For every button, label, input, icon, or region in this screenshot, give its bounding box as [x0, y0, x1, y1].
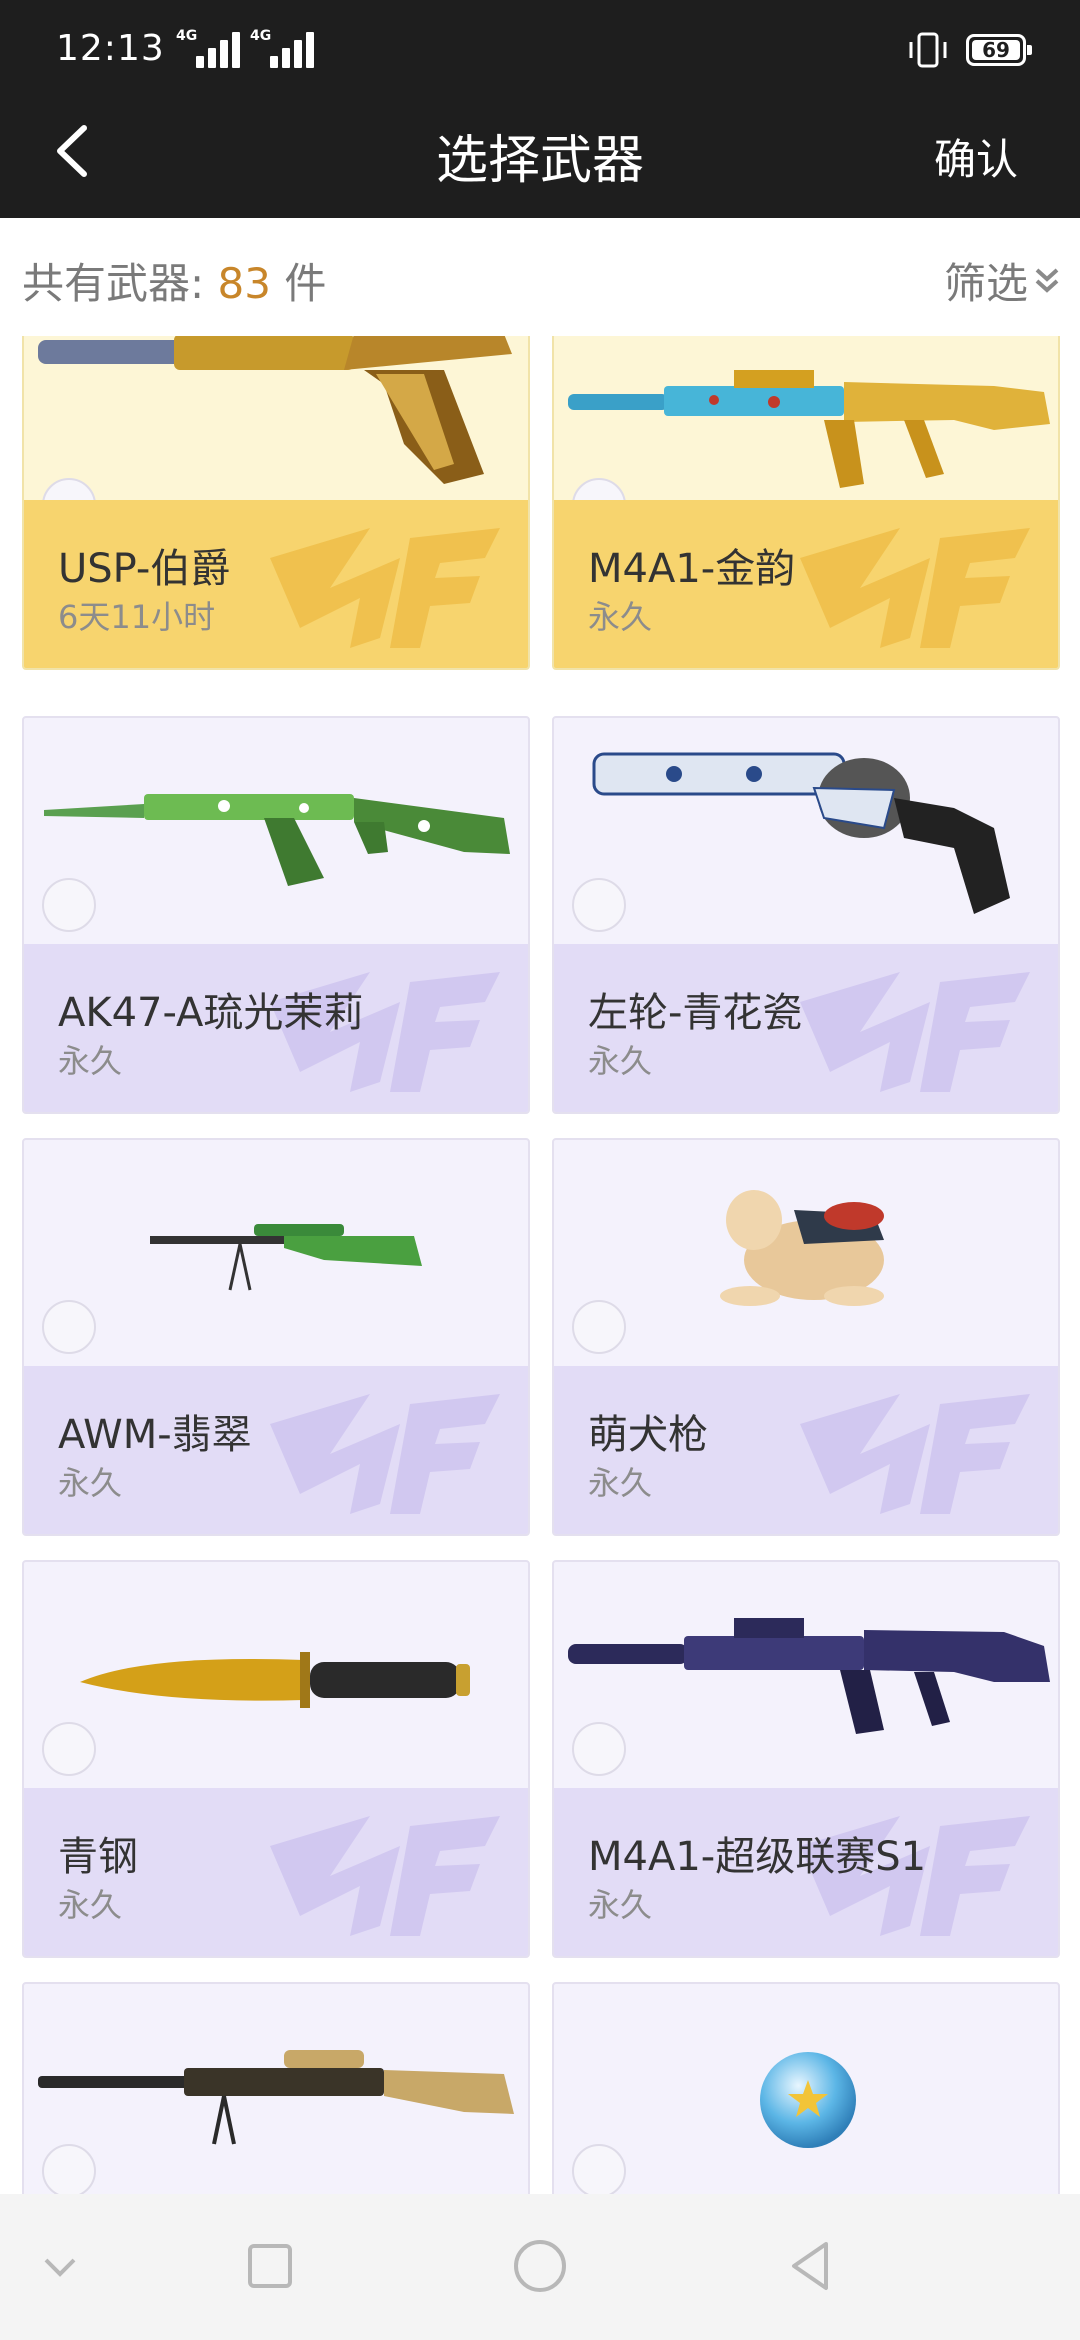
weapon-name: 青钢 [58, 1834, 138, 1880]
count-prefix: 共有武器: [22, 259, 205, 308]
weapon-duration: 永久 [58, 1042, 123, 1080]
network-type-label-2: 4G [250, 28, 272, 44]
rifle-image [568, 1618, 1050, 1734]
weapon-card[interactable]: M4A1-超级联赛S1 永久 [552, 1560, 1060, 1958]
knife-image [80, 1652, 470, 1708]
weapon-name: USP-伯爵 [58, 546, 231, 592]
cf-logo-icon [800, 972, 1030, 1092]
cf-logo-icon [270, 1816, 500, 1936]
weapon-card[interactable]: AWM-翡翠 永久 [22, 1138, 530, 1536]
weapon-duration: 永久 [588, 1042, 653, 1080]
battery-icon: 69 [966, 34, 1032, 66]
sniper-rifle-image [150, 1224, 422, 1291]
status-bar: 12:13 4G 4G 69 [0, 0, 1080, 84]
weapon-duration: 永久 [588, 598, 653, 636]
rifle-image [44, 794, 510, 886]
status-time: 12:13 [56, 28, 165, 69]
weapon-name: M4A1-金韵 [588, 546, 796, 592]
weapon-name: 左轮-青花瓷 [588, 990, 803, 1036]
filter-button[interactable]: 筛选 [944, 250, 1060, 311]
weapon-name: AWM-翡翠 [58, 1412, 252, 1458]
weapon-duration: 永久 [58, 1464, 123, 1502]
weapon-card[interactable] [22, 1982, 530, 2194]
weapon-name: AK47-A琉光茉莉 [58, 990, 364, 1036]
sniper-rifle-image [38, 2050, 514, 2145]
weapon-duration: 6天11小时 [58, 598, 216, 636]
chevron-down-icon[interactable] [24, 2230, 96, 2302]
cf-logo-icon [800, 528, 1030, 648]
select-radio[interactable] [572, 1300, 626, 1354]
weapon-card[interactable]: AK47-A琉光茉莉 永久 [22, 716, 530, 1114]
weapon-duration: 永久 [58, 1886, 123, 1924]
home-button[interactable] [504, 2230, 576, 2302]
filter-label: 筛选 [943, 259, 1028, 308]
weapon-card[interactable]: 左轮-青花瓷 永久 [552, 716, 1060, 1114]
select-radio[interactable] [42, 2144, 96, 2194]
weapon-card[interactable]: 青钢 永久 [22, 1560, 530, 1958]
select-radio[interactable] [572, 2144, 626, 2194]
confirm-button[interactable]: 确认 [934, 126, 1018, 187]
cf-logo-icon [270, 528, 500, 648]
medal-ball-image [760, 2052, 856, 2148]
rifle-image [568, 370, 1050, 488]
weapon-name: 萌犬枪 [588, 1412, 708, 1458]
double-chevron-down-icon [1035, 268, 1059, 293]
select-radio[interactable] [42, 878, 96, 932]
weapon-card[interactable] [552, 1982, 1060, 2194]
weapon-duration: 永久 [588, 1886, 653, 1924]
recent-apps-button[interactable] [234, 2230, 306, 2302]
back-nav-button[interactable] [774, 2230, 846, 2302]
dog-image [720, 1190, 884, 1306]
network-type-label: 4G [176, 28, 198, 44]
cf-logo-icon [270, 1394, 500, 1514]
weapon-count: 83 [217, 259, 271, 308]
weapon-card[interactable]: M4A1-金韵 永久 [552, 336, 1060, 670]
system-navigation-bar [0, 2194, 1080, 2340]
weapon-duration: 永久 [588, 1464, 653, 1502]
cf-logo-icon [800, 1394, 1030, 1514]
count-suffix: 件 [284, 259, 327, 308]
select-radio[interactable] [572, 1722, 626, 1776]
page-title: 选择武器 [435, 131, 644, 191]
select-radio[interactable] [572, 878, 626, 932]
weapon-card[interactable]: 萌犬枪 永久 [552, 1138, 1060, 1536]
weapon-grid: USP-伯爵 6天11小时 M4A1-金韵 永久 AK47-A琉光茉莉 永久 左… [0, 336, 1080, 2194]
summary-bar: 共有武器: 83 件 筛选 [0, 218, 1080, 336]
weapon-card[interactable]: USP-伯爵 6天11小时 [22, 336, 530, 670]
weapon-name: M4A1-超级联赛S1 [588, 1834, 927, 1880]
battery-level: 69 [972, 40, 1020, 60]
top-nav-bar: 选择武器 确认 [0, 84, 1080, 218]
revolver-image [592, 752, 1010, 914]
vibrate-icon [909, 32, 947, 68]
pistol-image [38, 336, 512, 484]
weapon-count-summary: 共有武器: 83 件 [22, 250, 326, 311]
select-radio[interactable] [42, 1722, 96, 1776]
select-radio[interactable] [42, 1300, 96, 1354]
